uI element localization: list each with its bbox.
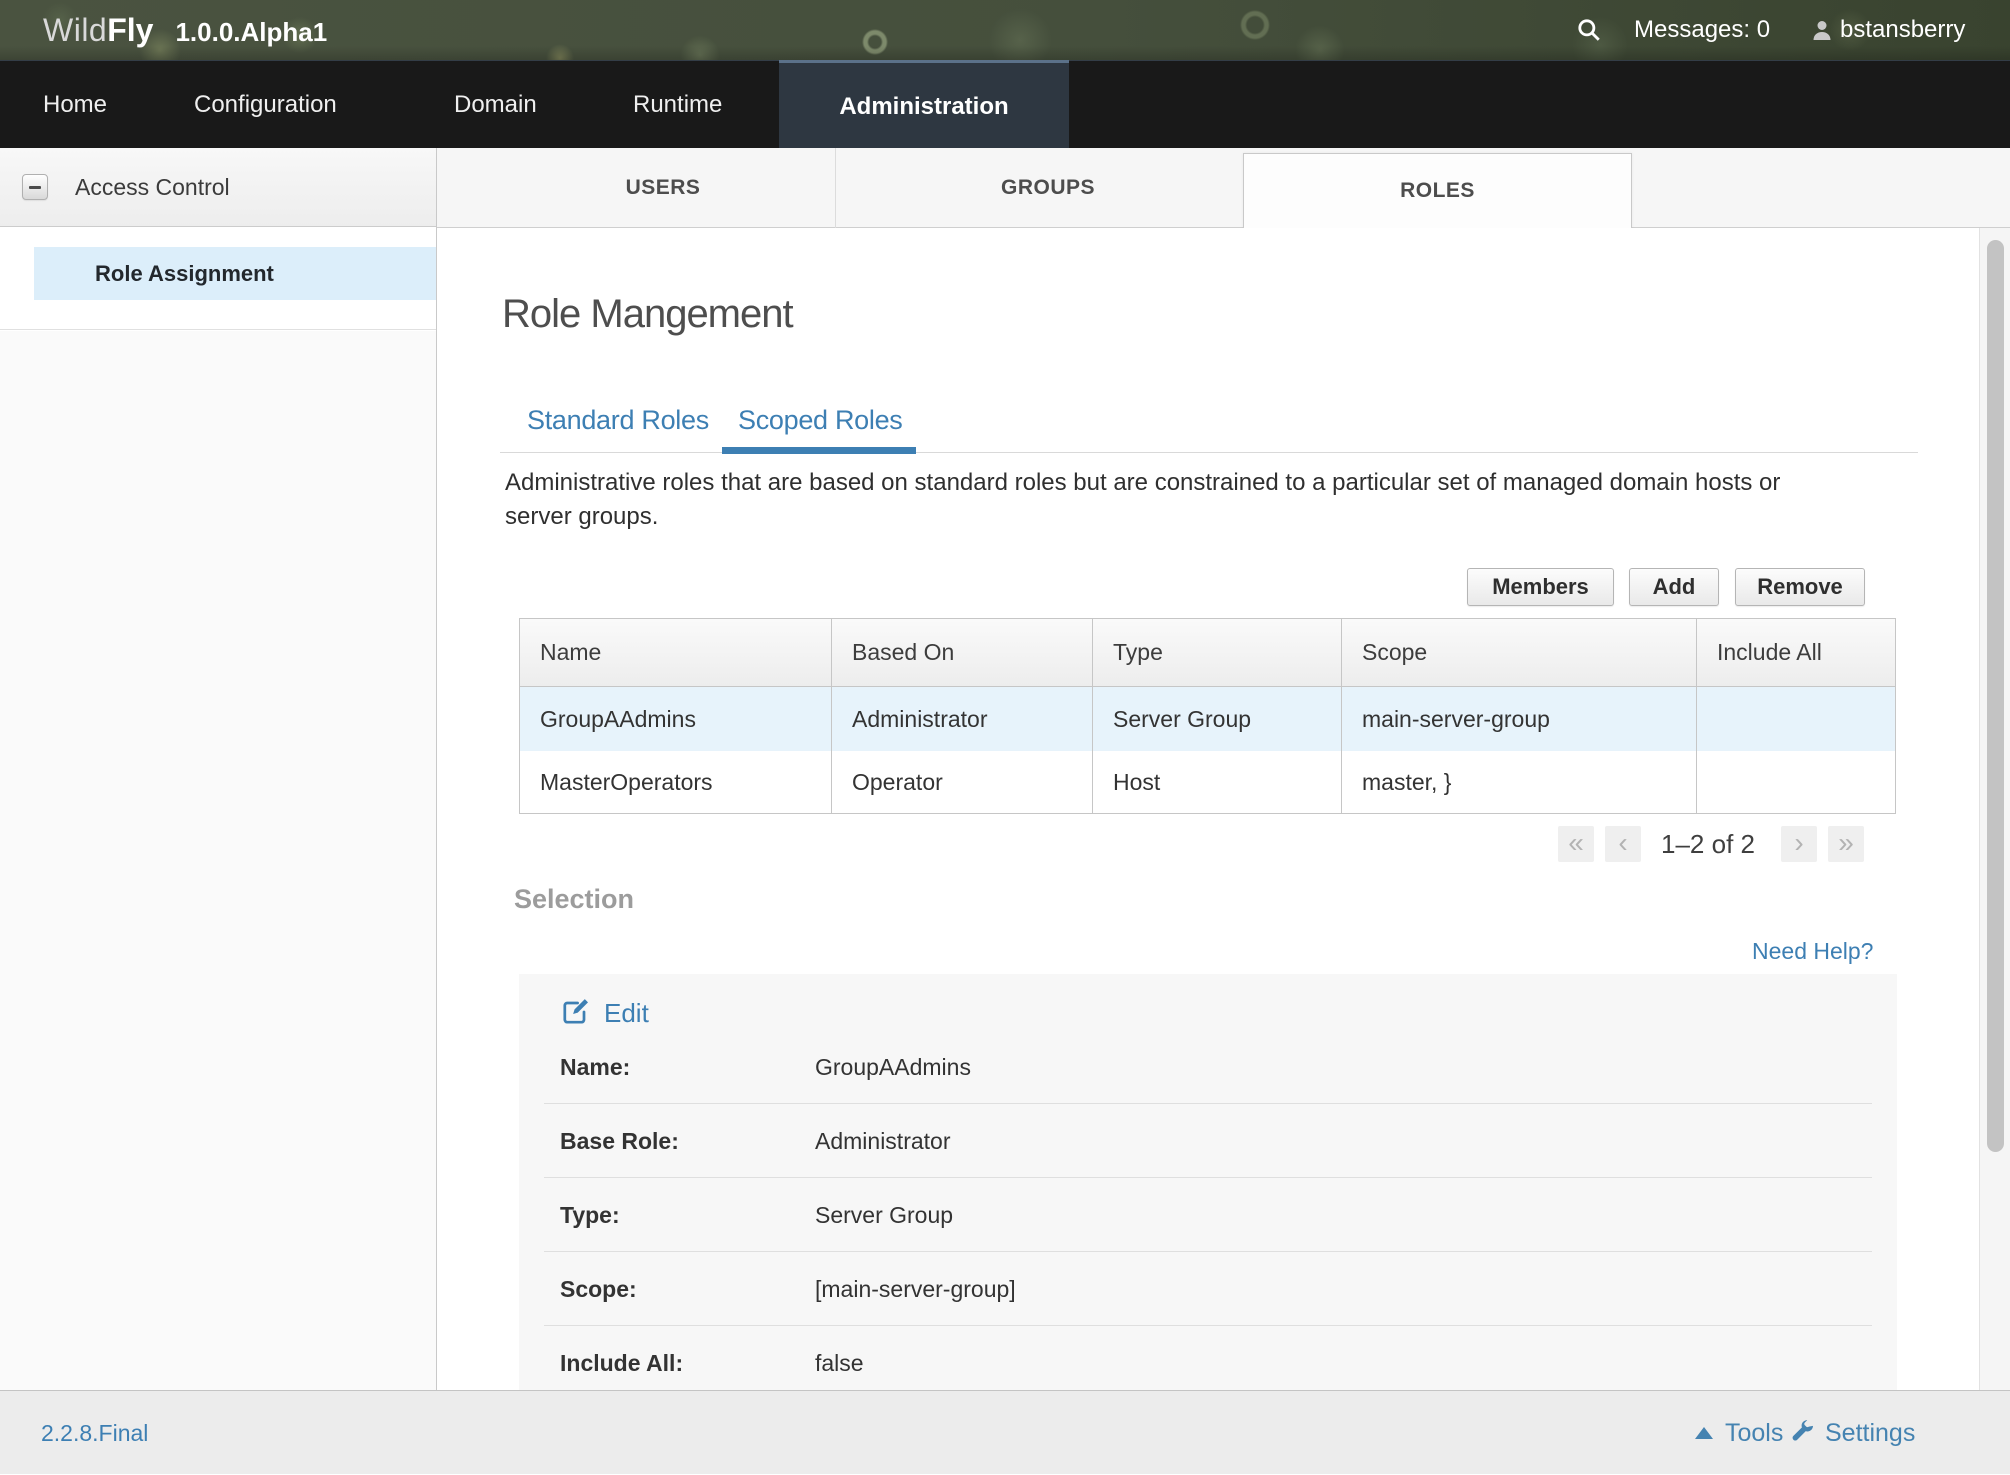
vertical-scrollbar[interactable] — [1979, 228, 2010, 1390]
cell-include-all — [1697, 687, 1895, 751]
footer-version-link[interactable]: 2.2.8.Final — [41, 1391, 148, 1475]
field-value: false — [815, 1326, 864, 1400]
pagination-prev-button[interactable]: ‹ — [1605, 826, 1641, 862]
sidebar: Access Control Role Assignment — [0, 148, 437, 1390]
wrench-icon — [1788, 1420, 1815, 1447]
messages-indicator[interactable]: Messages: 0 — [1634, 0, 1770, 60]
cell-scope: master, } — [1342, 751, 1697, 813]
admin-tab-strip: USERS GROUPS ROLES — [437, 148, 2010, 228]
nav-item-administration[interactable]: Administration — [779, 60, 1069, 149]
sidebar-item-role-assignment[interactable]: Role Assignment — [34, 247, 436, 300]
scrollbar-thumb[interactable] — [1987, 240, 2004, 1152]
members-button[interactable]: Members — [1467, 568, 1614, 606]
need-help-link[interactable]: Need Help? — [1752, 938, 1873, 965]
cell-name: GroupAAdmins — [520, 687, 832, 751]
nav-item-runtime[interactable]: Runtime — [633, 61, 722, 148]
field-label: Scope: — [560, 1252, 637, 1326]
remove-button[interactable]: Remove — [1735, 568, 1865, 606]
page-title: Role Mangement — [502, 292, 793, 337]
nav-item-home[interactable]: Home — [43, 61, 107, 148]
search-icon[interactable] — [1576, 17, 1602, 48]
user-icon — [1810, 18, 1834, 47]
cell-include-all — [1697, 751, 1895, 813]
cell-type: Server Group — [1093, 687, 1342, 751]
cell-name: MasterOperators — [520, 751, 832, 813]
field-row-name: Name: GroupAAdmins — [519, 1030, 1897, 1104]
pagination-next-button[interactable]: › — [1781, 826, 1817, 862]
selection-heading: Selection — [514, 884, 634, 915]
subtab-scoped-roles[interactable]: Scoped Roles — [738, 405, 903, 436]
main-content: Role Mangement Standard Roles Scoped Rol… — [437, 228, 2010, 1390]
triangle-up-icon — [1695, 1427, 1713, 1439]
footer: 2.2.8.Final Tools Settings — [0, 1390, 2010, 1474]
field-row-base-role: Base Role: Administrator — [519, 1104, 1897, 1178]
edit-pencil-icon — [560, 995, 592, 1032]
page-description: Administrative roles that are based on s… — [505, 466, 1850, 534]
edit-label: Edit — [604, 998, 649, 1029]
table-header-row: Name Based On Type Scope Include All — [520, 619, 1895, 687]
settings-label: Settings — [1825, 1419, 1915, 1448]
field-row-type: Type: Server Group — [519, 1178, 1897, 1252]
main-navbar: Home Configuration Domain Runtime Admini… — [0, 60, 2010, 148]
brand-fly: Fly — [107, 12, 153, 48]
app-header: WildFly 1.0.0.Alpha1 Messages: 0 bstansbe… — [0, 0, 2010, 60]
field-row-include-all: Include All: false — [519, 1326, 1897, 1390]
nav-item-configuration[interactable]: Configuration — [194, 61, 337, 148]
field-label: Name: — [560, 1030, 630, 1104]
wildfly-logo: WildFly 1.0.0.Alpha1 — [43, 0, 327, 60]
pagination-first-button[interactable]: « — [1558, 826, 1594, 862]
field-value: Server Group — [815, 1178, 953, 1252]
brand-wild: Wild — [43, 12, 107, 48]
cell-based-on: Operator — [832, 751, 1093, 813]
field-value: GroupAAdmins — [815, 1030, 971, 1104]
edit-link[interactable]: Edit — [560, 996, 649, 1030]
table-row[interactable]: MasterOperators Operator Host master, } — [520, 751, 1895, 813]
column-header-include-all: Include All — [1697, 619, 1895, 686]
cell-based-on: Administrator — [832, 687, 1093, 751]
sidebar-section-access-control[interactable]: Access Control — [0, 148, 436, 227]
column-header-type: Type — [1093, 619, 1342, 686]
field-label: Include All: — [560, 1326, 683, 1400]
field-row-scope: Scope: [main-server-group] — [519, 1252, 1897, 1326]
field-value: Administrator — [815, 1104, 950, 1178]
footer-settings-link[interactable]: Settings — [1788, 1391, 1915, 1475]
pagination-last-button[interactable]: » — [1828, 826, 1864, 862]
tab-divider — [835, 148, 836, 228]
field-label: Base Role: — [560, 1104, 679, 1178]
product-version: 1.0.0.Alpha1 — [175, 17, 327, 47]
add-button[interactable]: Add — [1629, 568, 1719, 606]
cell-scope: main-server-group — [1342, 687, 1697, 751]
column-header-name: Name — [520, 619, 832, 686]
pagination-label: 1–2 of 2 — [1645, 826, 1771, 862]
footer-tools-link[interactable]: Tools — [1695, 1391, 1783, 1475]
sidebar-section-body: Role Assignment — [0, 227, 436, 330]
column-header-based-on: Based On — [832, 619, 1093, 686]
subtab-baseline — [500, 452, 1918, 453]
selection-panel: Edit Name: GroupAAdmins Base Role: Admin… — [519, 974, 1897, 1390]
subtab-active-underline — [722, 447, 916, 454]
roles-table: Name Based On Type Scope Include All Gro… — [519, 618, 1896, 814]
tab-roles[interactable]: ROLES — [1243, 153, 1632, 230]
field-label: Type: — [560, 1178, 620, 1252]
sidebar-empty-area — [0, 331, 436, 1390]
tab-users[interactable]: USERS — [626, 148, 701, 228]
username-menu[interactable]: bstansberry — [1840, 0, 1965, 60]
cell-type: Host — [1093, 751, 1342, 813]
nav-item-domain[interactable]: Domain — [454, 61, 537, 148]
collapse-icon[interactable] — [22, 174, 48, 200]
column-header-scope: Scope — [1342, 619, 1697, 686]
tab-groups[interactable]: GROUPS — [1001, 148, 1095, 228]
sidebar-section-title: Access Control — [75, 148, 230, 227]
tools-label: Tools — [1725, 1419, 1783, 1448]
table-row[interactable]: GroupAAdmins Administrator Server Group … — [520, 687, 1895, 751]
subtab-standard-roles[interactable]: Standard Roles — [527, 405, 709, 436]
field-value: [main-server-group] — [815, 1252, 1016, 1326]
